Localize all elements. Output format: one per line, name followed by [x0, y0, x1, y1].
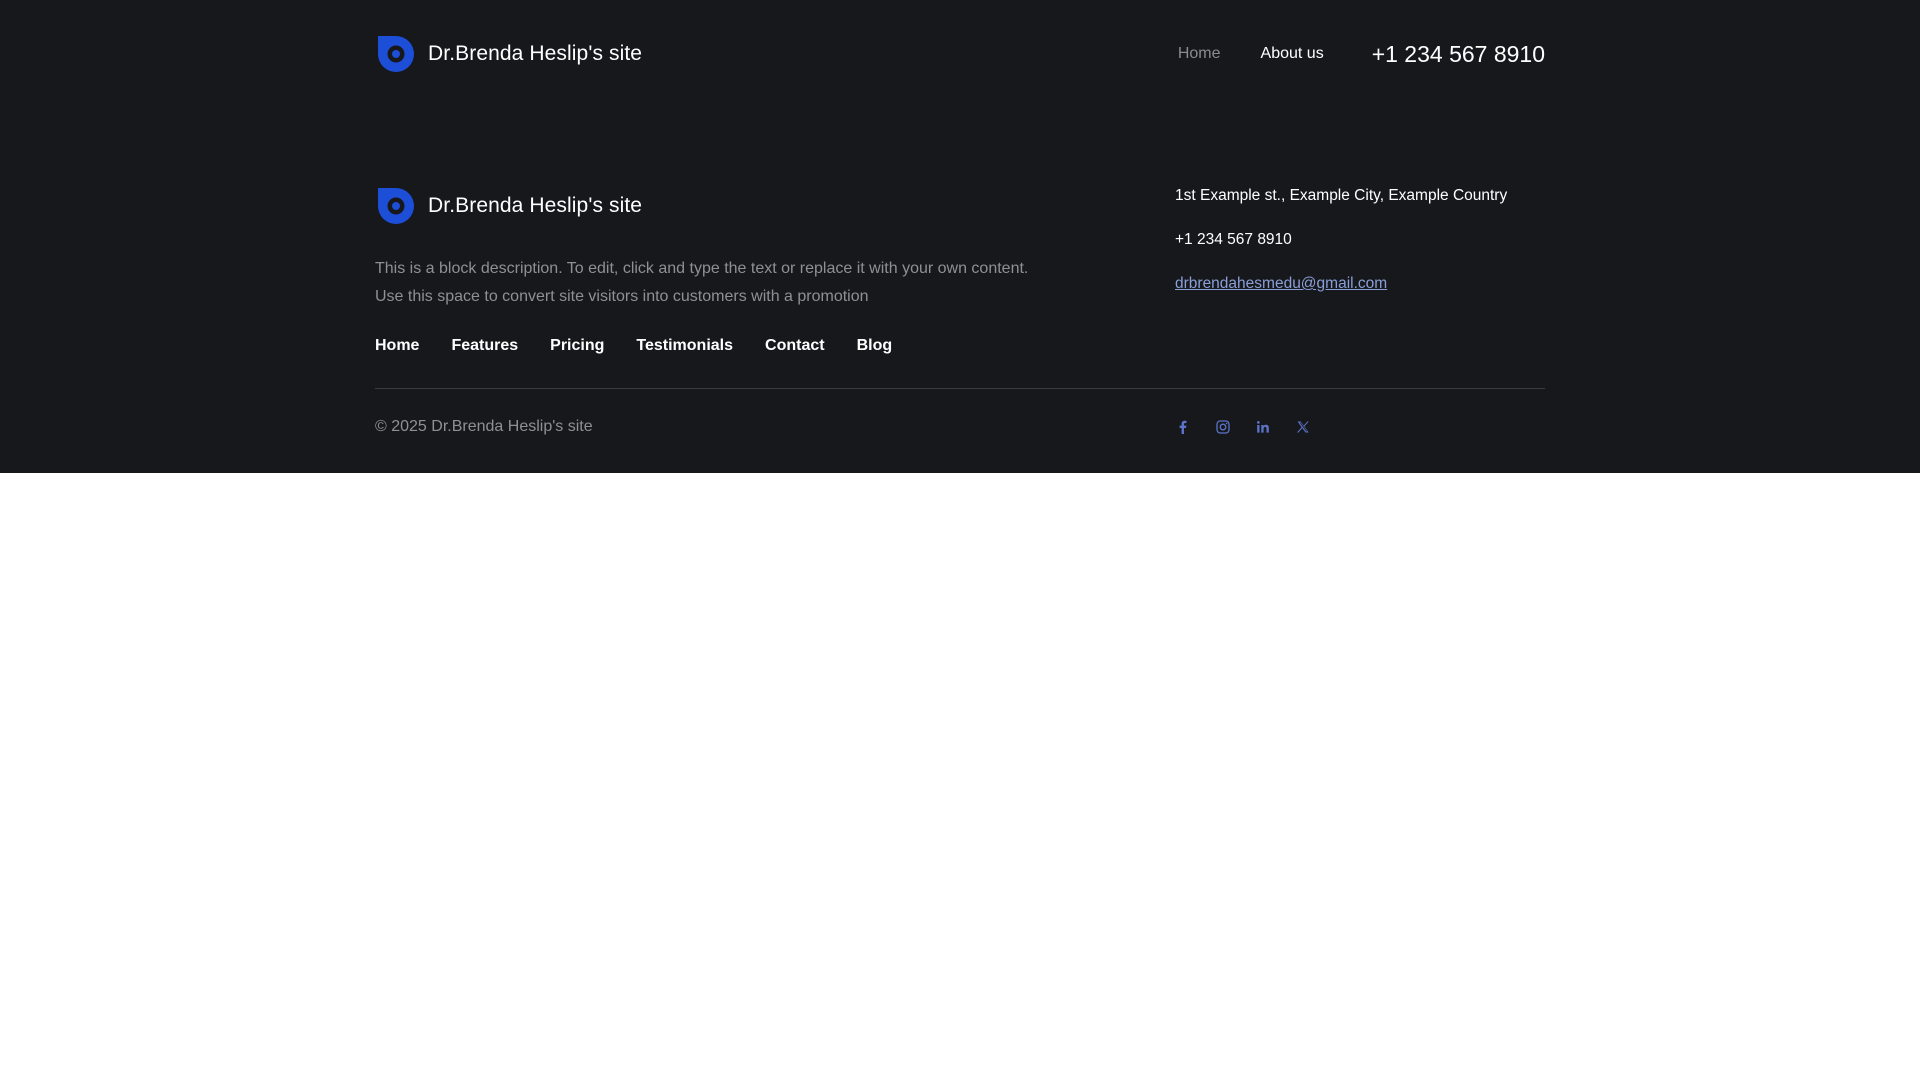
social-links	[1175, 412, 1311, 442]
footer-links: Home Features Pricing Testimonials Conta…	[375, 337, 1075, 355]
footer-divider	[375, 388, 1545, 389]
footer-description-line-1: This is a block description. To edit, cl…	[375, 260, 1029, 277]
x-twitter-icon[interactable]	[1295, 419, 1311, 435]
footer-bottom-bar: © 2025 Dr.Brenda Heslip's site	[375, 412, 1545, 442]
site-header: Dr.Brenda Heslip's site Home About us +1…	[375, 0, 1545, 108]
footer-about-column: Dr.Brenda Heslip's site This is a block …	[375, 183, 1075, 355]
instagram-icon[interactable]	[1215, 419, 1231, 435]
nav-link-home[interactable]: Home	[1178, 45, 1221, 63]
footer-description: This is a block description. To edit, cl…	[375, 255, 1055, 311]
footer: Dr.Brenda Heslip's site This is a block …	[375, 183, 1545, 383]
site-logo-icon	[378, 36, 414, 72]
footer-link-pricing[interactable]: Pricing	[550, 337, 604, 355]
header-brand-link[interactable]: Dr.Brenda Heslip's site	[375, 33, 642, 75]
linkedin-icon[interactable]	[1255, 419, 1271, 435]
footer-description-line-2: Use this space to convert site visitors …	[375, 288, 869, 305]
header-nav: Home About us +1 234 567 8910	[1178, 41, 1545, 68]
footer-site-name: Dr.Brenda Heslip's site	[428, 194, 643, 217]
header-phone-link[interactable]: +1 234 567 8910	[1372, 41, 1545, 68]
footer-link-blog[interactable]: Blog	[857, 337, 893, 355]
footer-email-link[interactable]: drbrendahesmedu@gmail.com	[1175, 275, 1387, 292]
footer-phone-link[interactable]: +1 234 567 8910	[1175, 231, 1292, 248]
facebook-icon[interactable]	[1175, 419, 1191, 435]
copyright-text: © 2025 Dr.Brenda Heslip's site	[375, 418, 593, 435]
footer-link-features[interactable]: Features	[451, 337, 518, 355]
footer-link-testimonials[interactable]: Testimonials	[636, 337, 733, 355]
nav-link-about-us[interactable]: About us	[1261, 45, 1324, 63]
footer-link-home[interactable]: Home	[375, 337, 419, 355]
footer-brand-link[interactable]: Dr.Brenda Heslip's site	[375, 185, 1075, 227]
site-logo-icon	[378, 188, 414, 224]
footer-contact-column: 1st Example st., Example City, Example C…	[1175, 183, 1545, 315]
footer-link-contact[interactable]: Contact	[765, 337, 825, 355]
footer-address: 1st Example st., Example City, Example C…	[1175, 187, 1508, 204]
site-name: Dr.Brenda Heslip's site	[428, 42, 643, 65]
